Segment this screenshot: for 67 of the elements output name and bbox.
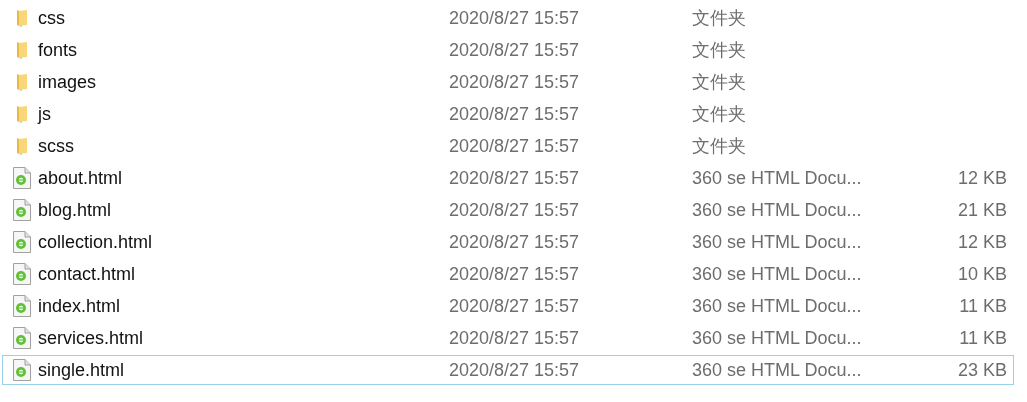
file-row[interactable]: scss 2020/8/27 15:57 文件夹	[2, 131, 1014, 161]
file-row[interactable]: js 2020/8/27 15:57 文件夹	[2, 99, 1014, 129]
document-icon	[12, 263, 31, 285]
folder-icon	[15, 72, 28, 92]
file-row[interactable]: blog.html 2020/8/27 15:57 360 se HTML Docu... 21 KB	[2, 195, 1014, 225]
document-icon	[12, 167, 31, 189]
file-size: 12 KB	[957, 167, 1007, 188]
file-name: contact.html	[38, 263, 137, 285]
file-type: 文件夹	[692, 135, 747, 158]
file-name: single.html	[38, 359, 126, 381]
file-type: 360 se HTML Docu...	[692, 359, 863, 381]
file-type: 360 se HTML Docu...	[692, 263, 863, 285]
file-size: 12 KB	[957, 231, 1007, 252]
modified-date: 2020/8/27 15:57	[449, 231, 581, 253]
document-icon	[12, 327, 31, 349]
file-row[interactable]: css 2020/8/27 15:57 文件夹	[2, 3, 1014, 33]
modified-date: 2020/8/27 15:57	[449, 71, 581, 93]
file-type: 文件夹	[692, 39, 747, 62]
modified-date: 2020/8/27 15:57	[449, 39, 581, 61]
file-type: 360 se HTML Docu...	[692, 231, 863, 253]
file-size: 10 KB	[957, 263, 1007, 284]
file-name: services.html	[38, 327, 145, 349]
file-row[interactable]: index.html 2020/8/27 15:57 360 se HTML Docu... 11 KB	[2, 291, 1014, 321]
folder-icon	[15, 40, 28, 60]
file-type: 360 se HTML Docu...	[692, 199, 863, 221]
file-name: scss	[38, 135, 75, 157]
document-icon	[12, 359, 31, 381]
file-name: blog.html	[38, 199, 113, 221]
file-type: 文件夹	[692, 71, 747, 94]
modified-date: 2020/8/27 15:57	[449, 327, 581, 349]
modified-date: 2020/8/27 15:57	[449, 167, 581, 189]
file-row[interactable]: contact.html 2020/8/27 15:57 360 se HTML Docu... 10 KB	[2, 259, 1014, 289]
file-row[interactable]: services.html 2020/8/27 15:57 360 se HTML Docu... 11 KB	[2, 323, 1014, 353]
file-name: fonts	[38, 39, 79, 61]
file-name: index.html	[38, 295, 122, 317]
file-type: 360 se HTML Docu...	[692, 167, 863, 189]
modified-date: 2020/8/27 15:57	[449, 295, 581, 317]
folder-icon	[15, 8, 28, 28]
file-name: images	[38, 71, 98, 93]
document-icon	[12, 199, 31, 221]
folder-icon	[15, 136, 28, 156]
modified-date: 2020/8/27 15:57	[449, 199, 581, 221]
file-type: 360 se HTML Docu...	[692, 295, 863, 317]
file-row[interactable]: collection.html 2020/8/27 15:57 360 se HTML Docu... 12 KB	[2, 227, 1014, 257]
file-size: 21 KB	[957, 199, 1007, 220]
file-size: 23 KB	[957, 359, 1007, 380]
file-name: about.html	[38, 167, 124, 189]
document-icon	[12, 295, 31, 317]
file-row[interactable]: fonts 2020/8/27 15:57 文件夹	[2, 35, 1014, 65]
file-row[interactable]: single.html 2020/8/27 15:57 360 se HTML Docu... 23 KB	[2, 355, 1014, 385]
file-size: 11 KB	[959, 327, 1007, 348]
file-name: js	[38, 103, 52, 125]
file-row[interactable]: about.html 2020/8/27 15:57 360 se HTML Docu... 12 KB	[2, 163, 1014, 193]
file-name: collection.html	[38, 231, 154, 253]
modified-date: 2020/8/27 15:57	[449, 103, 581, 125]
folder-icon	[15, 104, 28, 124]
modified-date: 2020/8/27 15:57	[449, 263, 581, 285]
file-type: 文件夹	[692, 103, 747, 126]
file-type: 文件夹	[692, 7, 747, 30]
modified-date: 2020/8/27 15:57	[449, 359, 581, 381]
modified-date: 2020/8/27 15:57	[449, 7, 581, 29]
file-name: css	[38, 7, 66, 29]
document-icon	[12, 231, 31, 253]
file-row[interactable]: images 2020/8/27 15:57 文件夹	[2, 67, 1014, 97]
file-size: 11 KB	[959, 295, 1007, 316]
modified-date: 2020/8/27 15:57	[449, 135, 581, 157]
file-type: 360 se HTML Docu...	[692, 327, 863, 349]
